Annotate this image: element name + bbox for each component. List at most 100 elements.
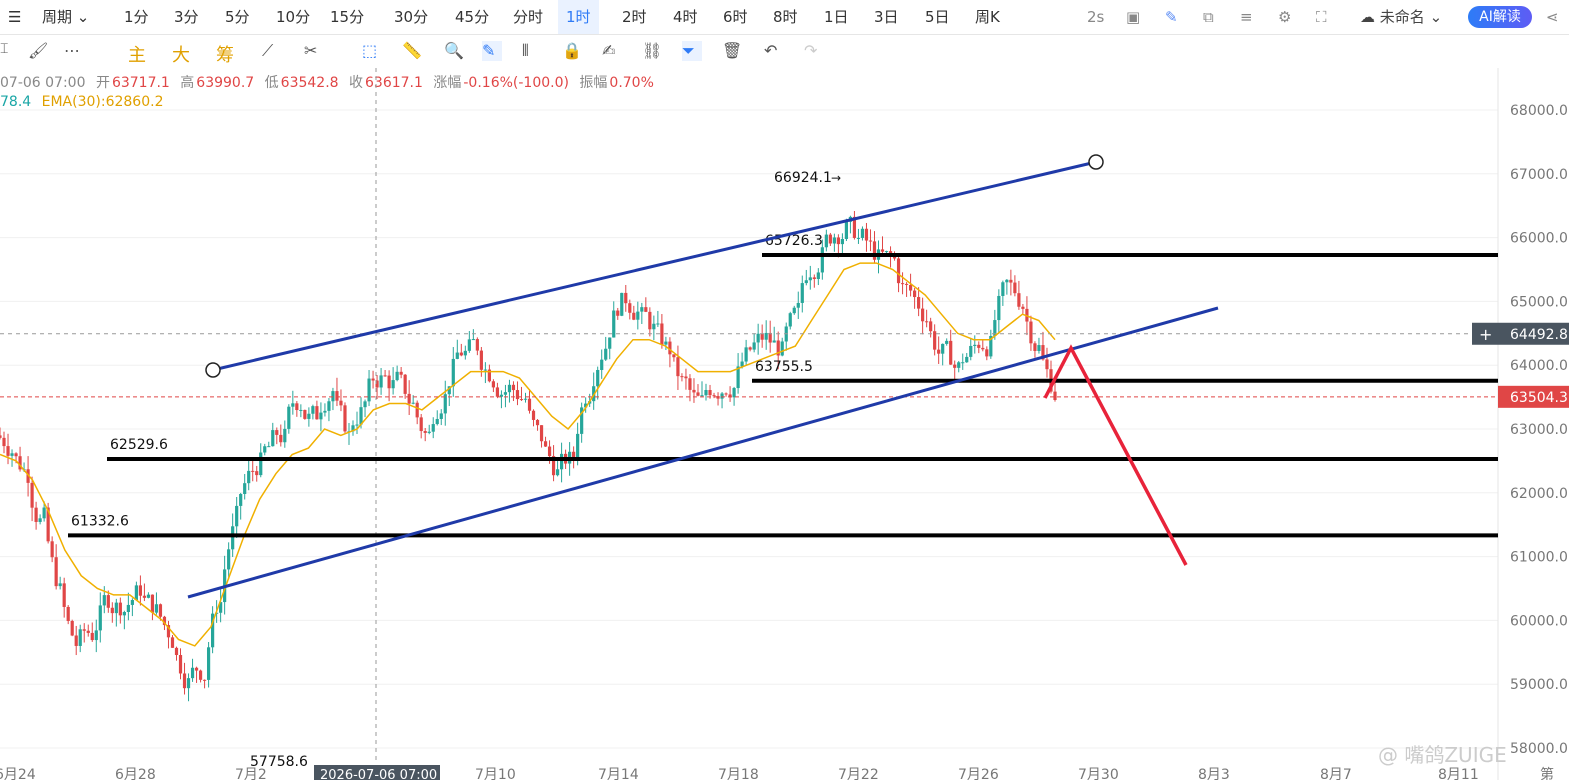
cursor-icon[interactable]: ⌶ [0, 41, 20, 61]
draw-line-icon[interactable]: ⟋ [262, 41, 282, 61]
x-tick-9: 7月30 [1078, 767, 1119, 780]
candle-body-261 [1045, 359, 1049, 370]
candle-body-95 [379, 375, 383, 388]
redo-icon[interactable]: ↷ [804, 41, 824, 61]
refresh-rate[interactable]: 2s [1087, 0, 1104, 34]
interval-11[interactable]: 6时 [723, 0, 748, 34]
candle-body-38 [150, 594, 155, 613]
candle-body-11 [42, 507, 46, 519]
chips-indicator-toggle[interactable]: 筹 [216, 41, 236, 66]
zoom-icon[interactable]: 🔍 [444, 41, 464, 61]
candle-body-183 [732, 388, 736, 398]
period-dropdown[interactable]: 周期 ⌄ [42, 0, 89, 34]
candle-body-61 [243, 483, 247, 494]
y-tick-10: 58000.0 [1510, 741, 1568, 757]
menu-icon[interactable]: ☰ [8, 0, 21, 34]
select-icon[interactable]: ⬚ [362, 41, 382, 61]
big-indicator-toggle[interactable]: 大 [172, 41, 192, 66]
lock-icon[interactable]: 🔒 [562, 41, 582, 61]
candle-body-238 [953, 364, 957, 368]
candle-body-169 [676, 357, 680, 377]
candle-body-103 [411, 402, 415, 404]
candle-body-164 [656, 323, 660, 325]
candle-body-220 [880, 249, 885, 252]
candles-icon[interactable]: ⫴ [522, 41, 542, 61]
candle-body-66 [263, 446, 267, 453]
magnet-icon[interactable]: ✎ [482, 41, 502, 61]
candle-body-28 [110, 607, 114, 614]
interval-10[interactable]: 4时 [673, 0, 698, 34]
candle-body-76 [303, 409, 307, 419]
pencil-icon[interactable]: ✎ [1165, 0, 1178, 34]
watermark: @ 嘴鸽ZUIGE [1378, 743, 1507, 767]
interval-1[interactable]: 3分 [174, 0, 199, 34]
main-indicator-toggle[interactable]: 主 [128, 41, 148, 66]
x-tick-11: 8月7 [1320, 767, 1352, 780]
y-tick-1: 67000.0 [1510, 167, 1568, 183]
candle-body-45 [178, 655, 183, 674]
y-tick-8: 60000.0 [1510, 613, 1568, 629]
annotation-low: 57758.6 [250, 754, 308, 770]
period-label: 周期 [42, 8, 73, 26]
candle-body-106 [423, 431, 427, 433]
share-icon[interactable]: ⋖ [1546, 0, 1559, 34]
interval-0[interactable]: 1分 [124, 0, 149, 34]
list-icon[interactable]: ≡ [1240, 0, 1253, 34]
candle-body-86 [343, 405, 347, 432]
candle-body-140 [559, 453, 564, 470]
more-icon[interactable]: ⋯ [64, 41, 84, 61]
candle-body-252 [1009, 279, 1013, 283]
interval-8[interactable]: 1时 [558, 0, 599, 34]
popout-icon[interactable]: ⧉ [1203, 0, 1214, 34]
candle-body-170 [680, 376, 684, 378]
candle-body-73 [291, 403, 295, 407]
candle-body-231 [925, 321, 929, 323]
interval-9[interactable]: 2时 [622, 0, 647, 34]
candle-body-203 [812, 277, 816, 280]
x-tick-13: 第 [1540, 766, 1554, 780]
ai-interpret-button[interactable]: AI解读 [1468, 6, 1532, 28]
candle-body-129 [515, 390, 520, 400]
candle-body-32 [126, 604, 130, 612]
candle-body-163 [652, 323, 656, 330]
candle-body-197 [788, 313, 792, 327]
interval-12[interactable]: 8时 [773, 0, 798, 34]
candle-body-74 [295, 403, 299, 411]
candle-body-189 [756, 333, 760, 343]
candle-body-232 [929, 321, 933, 332]
eraser-icon[interactable]: ✂ [304, 41, 324, 61]
candle-body-202 [808, 277, 812, 281]
channel-lower-line [187, 306, 1219, 599]
candle-body-63 [251, 470, 255, 472]
fullscreen-icon[interactable]: ⛶ [1316, 0, 1327, 34]
camera-icon[interactable]: ▣ [1126, 0, 1140, 34]
interval-4[interactable]: 15分 [330, 0, 364, 34]
interval-7[interactable]: 分时 [513, 0, 543, 34]
annotation-high-arrow-icon: → [831, 171, 841, 185]
candle-body-253 [1013, 282, 1017, 294]
trash-icon[interactable]: 🗑 [722, 41, 742, 61]
interval-16[interactable]: 周K [975, 0, 1000, 34]
candle-body-109 [435, 418, 439, 425]
link-icon[interactable]: ⛓ [642, 41, 662, 61]
level-label-0: 65726.3 [765, 233, 823, 249]
interval-6[interactable]: 45分 [455, 0, 489, 34]
edit-icon[interactable]: ✍ [602, 41, 622, 61]
interval-14[interactable]: 3日 [874, 0, 899, 34]
interval-2[interactable]: 5分 [225, 0, 250, 34]
candle-body-208 [832, 237, 836, 244]
undo-icon[interactable]: ↶ [764, 41, 784, 61]
x-tick-12: 8月11 [1438, 767, 1479, 780]
ruler-icon[interactable]: 📏 [402, 41, 422, 61]
gear-icon[interactable]: ⚙ [1278, 0, 1291, 34]
interval-15[interactable]: 5日 [925, 0, 950, 34]
layout-dropdown[interactable]: ☁ 未命名 ⌄ [1360, 0, 1442, 34]
interval-13[interactable]: 1日 [824, 0, 849, 34]
x-tick-8: 7月26 [958, 767, 999, 780]
interval-3[interactable]: 10分 [276, 0, 310, 34]
interval-5[interactable]: 30分 [394, 0, 428, 34]
price-chart[interactable]: 68000.0 67000.0 66000.0 65000.0 64000.0 63000… [0, 68, 1569, 780]
brush-icon[interactable]: 🖌 [28, 41, 48, 61]
candle-body-162 [648, 311, 652, 330]
filter-icon[interactable]: ⏷ [682, 41, 702, 61]
